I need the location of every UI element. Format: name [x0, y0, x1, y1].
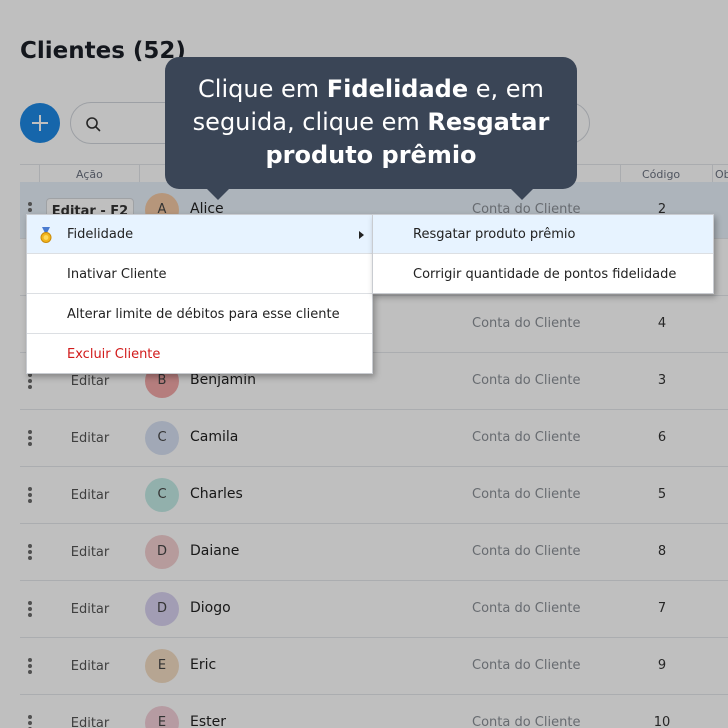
context-menu: Fidelidade Inativar Cliente Alterar limi… — [26, 214, 373, 374]
instruction-tooltip: Clique em Fidelidade e, em seguida, cliq… — [165, 57, 577, 200]
tooltip-text-1: Clique em — [198, 75, 327, 103]
submenu-item-corrigir-pontos[interactable]: Corrigir quantidade de pontos fidelidade — [373, 255, 713, 294]
menu-item-label: Fidelidade — [67, 227, 134, 242]
submenu-item-resgatar-premio[interactable]: Resgatar produto prêmio — [373, 215, 713, 254]
menu-item-fidelidade[interactable]: Fidelidade — [27, 215, 372, 254]
tooltip-arrow-right — [509, 187, 535, 200]
medal-icon — [40, 227, 52, 243]
tooltip-bold-1: Fidelidade — [326, 75, 469, 103]
menu-item-alterar-limite[interactable]: Alterar limite de débitos para esse clie… — [27, 295, 372, 334]
submenu-fidelidade: Resgatar produto prêmio Corrigir quantid… — [372, 214, 714, 294]
menu-item-excluir-cliente[interactable]: Excluir Cliente — [27, 335, 372, 374]
submenu-arrow-icon — [359, 231, 364, 239]
tooltip-arrow-left — [205, 187, 231, 200]
menu-item-inativar-cliente[interactable]: Inativar Cliente — [27, 255, 372, 294]
